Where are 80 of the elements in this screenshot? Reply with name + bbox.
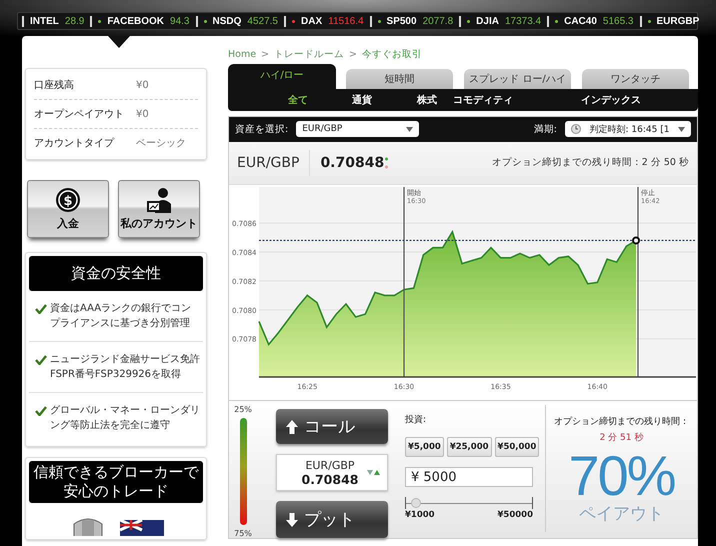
ticker-value: 11516.4 (328, 16, 364, 26)
account-value: ¥0 (136, 80, 149, 90)
ticker-value: 28.9 (64, 16, 84, 26)
category-tab[interactable]: インデックス (581, 93, 641, 107)
payout-percent: 70% (568, 448, 675, 504)
ticker-symbol: FACEBOOK (107, 16, 164, 26)
check-icon (35, 304, 47, 314)
sentiment-label: 25% (234, 405, 252, 414)
expiry-dropdown[interactable]: 判定時刻: 16:45 [1 (565, 121, 691, 138)
countdown-text: オプション締切までの残り時間：2 分 50 秒 (492, 156, 689, 170)
call-button[interactable]: コール (276, 409, 388, 444)
countdown-time: 2 分 51 秒 (600, 432, 644, 444)
deposit-button[interactable]: $ 入金 (27, 180, 109, 238)
slider-thumb[interactable] (411, 498, 422, 508)
breadcrumb-current: 今すぐお取引 (362, 50, 422, 62)
dollar-coin-icon: $ (55, 187, 81, 213)
arrow-down-icon (286, 512, 298, 526)
ticker-symbol: DAX (301, 16, 322, 26)
ticker-value: 94.3 (170, 16, 190, 26)
ticker-symbol: DJIA (476, 16, 499, 26)
account-value: ベーシック (136, 137, 186, 150)
investment-label: 投資: (405, 414, 428, 426)
currency-pair: EUR/GBP (237, 150, 310, 176)
quote-price: 0.70848 (302, 472, 358, 486)
arrow-up-icon (286, 420, 298, 434)
slider-max-label: ¥50000 (498, 510, 533, 520)
ticker-value: 17373.4 (504, 16, 542, 26)
ticker-symbol: SP500 (386, 16, 417, 26)
account-value: ¥0 (136, 108, 149, 120)
security-text: グローバル・マネー・ローンダリング等防止法を完全に遵守 (50, 404, 201, 433)
caret-icon (406, 126, 414, 132)
ticker-symbol: INTEL (30, 16, 59, 26)
account-label: オープンペイアウト (34, 108, 125, 121)
ticker-symbol: NSDQ (212, 16, 242, 26)
check-icon (35, 355, 47, 365)
tab[interactable]: ワンタッチ (582, 69, 689, 89)
breadcrumb-separator: > (261, 50, 270, 62)
quote-price: 0.70848 (320, 154, 384, 171)
asset-label: 資産を選択: (235, 122, 288, 136)
security-title: 資金の安全性 (29, 256, 203, 291)
amount-button[interactable]: ¥25,000 (446, 437, 492, 457)
category-tab[interactable]: 全て (288, 93, 308, 107)
countdown-label: オプション締切までの残り時間： (554, 415, 689, 428)
asset-dropdown[interactable]: EUR/GBP (296, 121, 420, 138)
tab[interactable]: 短時間 (346, 69, 453, 89)
currency-pair: EUR/GBP (305, 458, 355, 472)
ticker-symbol: CAC40 (564, 16, 597, 26)
amount-button[interactable]: ¥50,000 (494, 437, 540, 457)
amount-input[interactable]: ¥ 5000 (405, 467, 533, 487)
category-tab[interactable]: 通貨 (352, 93, 372, 107)
account-label: アカウントタイプ (34, 136, 116, 150)
trend-dots-icon (384, 156, 390, 170)
ticker-value: 5165.3 (602, 16, 634, 26)
ticker-symbol: EURGBP (656, 16, 700, 26)
clock-icon (571, 124, 581, 134)
current-point-marker (632, 236, 640, 244)
sentiment-label: 75% (234, 529, 252, 538)
amount-button[interactable]: ¥5,000 (405, 437, 444, 457)
check-icon (35, 406, 47, 416)
amount-slider[interactable] (405, 497, 533, 509)
category-tab[interactable]: 株式 (417, 93, 437, 107)
account-label: 口座残高 (34, 78, 75, 92)
ticker-value: 4527.5 (247, 16, 278, 26)
broker-title: 信頼できるブローカーで安心のトレード (34, 463, 198, 501)
put-button[interactable]: プット (276, 501, 388, 538)
payout-label: ペイアウト (579, 503, 664, 525)
pointer-icon (108, 36, 130, 48)
category-tab[interactable]: コモディティ (453, 93, 513, 107)
trend-arrows-icon (367, 469, 381, 476)
tab[interactable]: スプレッド ロー/ハイ (464, 69, 571, 89)
security-text: ニュージランド金融サービス免許FSPR番号FSP329926を取得 (50, 352, 201, 382)
breadcrumb-separator: > (349, 50, 357, 62)
slider-min-label: ¥1000 (405, 510, 435, 520)
tab[interactable]: ハイ/ロー (228, 64, 336, 89)
security-text: 資金はAAAランクの銀行でコンプライアンスに基づき分別管理 (50, 302, 192, 331)
ticker-value: 2077.8 (422, 16, 454, 26)
my-account-button[interactable]: 私のアカウント (118, 180, 200, 238)
caret-icon (678, 126, 685, 132)
expiry-label: 満期: (534, 122, 557, 136)
person-at-screen-icon (145, 187, 173, 213)
